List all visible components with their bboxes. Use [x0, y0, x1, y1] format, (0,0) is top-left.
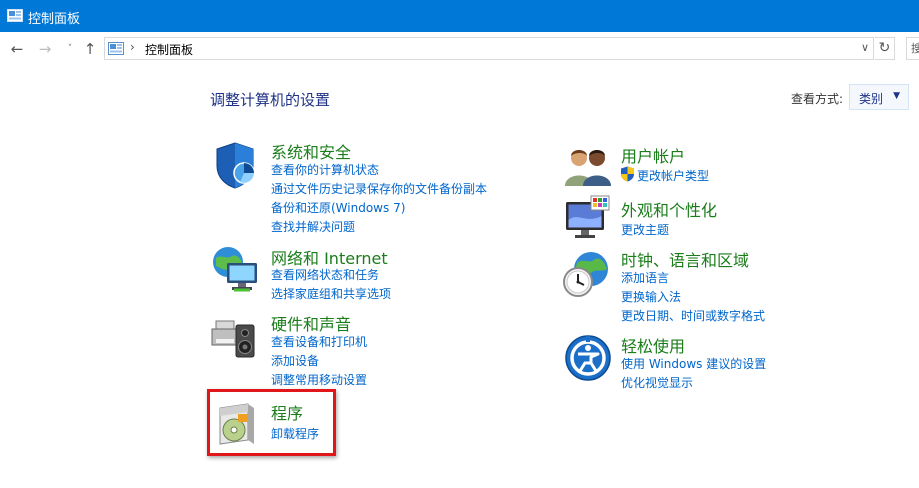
- user-accounts-icon[interactable]: [563, 140, 613, 190]
- ease-of-access-icon[interactable]: [563, 333, 613, 383]
- forward-button[interactable]: →: [36, 40, 54, 58]
- address-bar[interactable]: › 控制面板 ∨: [104, 37, 874, 60]
- link-homegroup-sharing[interactable]: 选择家庭组和共享选项: [271, 285, 391, 302]
- link-backup-restore[interactable]: 备份和还原(Windows 7): [271, 199, 405, 216]
- view-by-value: 类别: [859, 92, 884, 106]
- refresh-button[interactable]: ↻: [875, 37, 895, 60]
- category-title-user-accounts[interactable]: 用户帐户: [621, 143, 685, 167]
- link-change-date-time-format[interactable]: 更改日期、时间或数字格式: [621, 307, 765, 324]
- programs-highlight-box: [207, 389, 336, 456]
- chevron-down-icon: ▼: [893, 91, 900, 101]
- uac-shield-icon: [621, 166, 634, 182]
- link-file-history-backup[interactable]: 通过文件历史记录保存你的文件备份副本: [271, 180, 487, 197]
- back-button[interactable]: ←: [8, 40, 26, 58]
- category-title-clock-language-region[interactable]: 时钟、语言和区域: [621, 247, 749, 271]
- link-mobility-settings[interactable]: 调整常用移动设置: [271, 371, 367, 388]
- appearance-personalization-icon[interactable]: [563, 194, 613, 244]
- control-panel-icon: [7, 9, 23, 22]
- link-optimize-visual-display[interactable]: 优化视觉显示: [621, 374, 693, 391]
- category-title-hardware-sound[interactable]: 硬件和声音: [271, 311, 351, 335]
- link-network-status[interactable]: 查看网络状态和任务: [271, 266, 379, 283]
- category-title-appearance[interactable]: 外观和个性化: [621, 197, 717, 221]
- link-change-account-type[interactable]: 更改帐户类型: [637, 167, 709, 184]
- network-internet-icon[interactable]: [210, 244, 260, 294]
- category-title-ease-of-access[interactable]: 轻松使用: [621, 333, 685, 357]
- clock-language-region-icon[interactable]: [561, 249, 611, 299]
- address-dropdown-icon[interactable]: ∨: [861, 41, 869, 54]
- link-change-input-method[interactable]: 更换输入法: [621, 288, 681, 305]
- breadcrumb-separator[interactable]: ›: [130, 40, 135, 54]
- link-view-computer-status[interactable]: 查看你的计算机状态: [271, 161, 379, 178]
- window-title: 控制面板: [28, 12, 81, 27]
- link-windows-recommended-settings[interactable]: 使用 Windows 建议的设置: [621, 355, 766, 372]
- category-title-system-security[interactable]: 系统和安全: [271, 139, 351, 163]
- link-troubleshoot[interactable]: 查找并解决问题: [271, 218, 355, 235]
- page-title: 调整计算机的设置: [210, 91, 331, 109]
- view-by-label: 查看方式:: [791, 92, 844, 106]
- view-by-dropdown[interactable]: 类别 ▼: [849, 84, 909, 110]
- link-devices-printers[interactable]: 查看设备和打印机: [271, 333, 367, 350]
- link-add-device[interactable]: 添加设备: [271, 352, 319, 369]
- link-add-language[interactable]: 添加语言: [621, 269, 669, 286]
- system-security-icon[interactable]: [210, 140, 260, 190]
- up-button[interactable]: ↑: [81, 40, 99, 58]
- search-input[interactable]: 搜: [906, 37, 919, 60]
- control-panel-icon: [108, 42, 124, 55]
- recent-locations-button[interactable]: ˅: [61, 40, 79, 58]
- hardware-sound-icon[interactable]: [210, 311, 260, 361]
- title-bar: 控制面板: [0, 0, 919, 32]
- breadcrumb-control-panel[interactable]: 控制面板: [145, 41, 193, 58]
- link-change-theme[interactable]: 更改主题: [621, 221, 669, 238]
